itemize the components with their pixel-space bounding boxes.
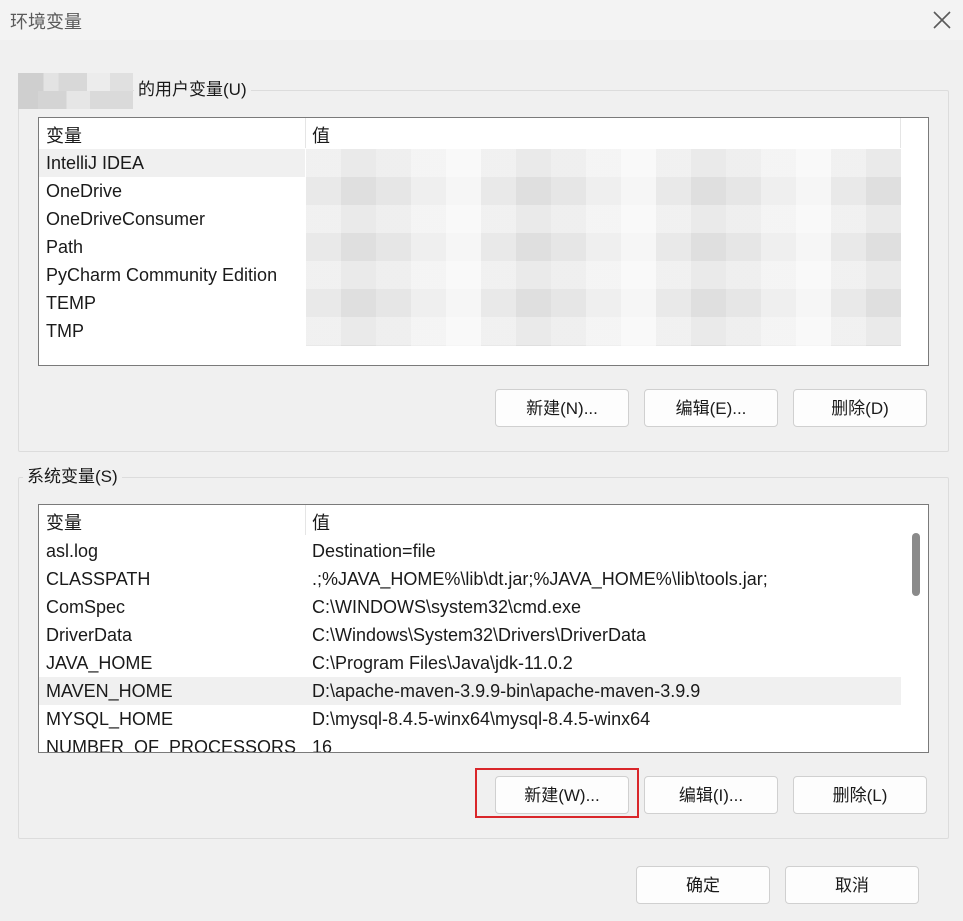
list-header: 变量 值	[39, 505, 928, 535]
header-variable[interactable]: 变量	[46, 509, 82, 535]
redacted-username	[18, 73, 133, 109]
list-item[interactable]: OneDrive	[39, 177, 305, 205]
user-variables-list[interactable]: 变量 值 IntelliJ IDEA OneDrive OneDriveCons…	[38, 117, 929, 366]
user-delete-button[interactable]: 删除(D)	[793, 389, 927, 427]
list-header: 变量 值	[39, 118, 928, 148]
user-variables-label: 的用户变量(U)	[134, 79, 251, 101]
scrollbar-thumb[interactable]	[912, 533, 920, 596]
system-variables-label: 系统变量(S)	[23, 466, 122, 488]
table-row[interactable]: ComSpec C:\WINDOWS\system32\cmd.exe	[39, 593, 901, 621]
header-value[interactable]: 值	[312, 122, 330, 148]
table-row[interactable]: CLASSPATH .;%JAVA_HOME%\lib\dt.jar;%JAVA_…	[39, 565, 901, 593]
list-item[interactable]: IntelliJ IDEA	[39, 149, 305, 177]
table-row[interactable]: JAVA_HOME C:\Program Files\Java\jdk-11.0.…	[39, 649, 901, 677]
header-divider	[900, 118, 901, 148]
table-row[interactable]: DriverData C:\Windows\System32\Drivers\Dr…	[39, 621, 901, 649]
header-variable[interactable]: 变量	[46, 122, 82, 148]
list-item[interactable]: OneDriveConsumer	[39, 205, 305, 233]
list-item[interactable]: TEMP	[39, 289, 305, 317]
system-edit-button[interactable]: 编辑(I)...	[644, 776, 778, 814]
table-row-selected[interactable]: MAVEN_HOME D:\apache-maven-3.9.9-bin\apac…	[39, 677, 901, 705]
table-row[interactable]: NUMBER_OF_PROCESSORS 16	[39, 733, 901, 752]
list-item[interactable]: PyCharm Community Edition	[39, 261, 305, 289]
user-new-button[interactable]: 新建(N)...	[495, 389, 629, 427]
close-icon[interactable]	[930, 8, 954, 32]
title-bar: 环境变量	[0, 0, 963, 40]
header-divider[interactable]	[305, 505, 306, 535]
list-item[interactable]: Path	[39, 233, 305, 261]
table-row[interactable]: MYSQL_HOME D:\mysql-8.4.5-winx64\mysql-8.…	[39, 705, 901, 733]
ok-button[interactable]: 确定	[636, 866, 770, 904]
redacted-values-overlay	[306, 149, 901, 346]
header-value[interactable]: 值	[312, 509, 330, 535]
list-item[interactable]: TMP	[39, 317, 305, 345]
user-edit-button[interactable]: 编辑(E)...	[644, 389, 778, 427]
highlight-box	[475, 768, 639, 818]
header-divider[interactable]	[305, 118, 306, 148]
vertical-scrollbar[interactable]	[902, 505, 928, 752]
system-delete-button[interactable]: 删除(L)	[793, 776, 927, 814]
system-variables-list[interactable]: 变量 值 asl.log Destination=file CLASSPATH.;…	[38, 504, 929, 753]
table-row[interactable]: asl.log Destination=file	[39, 537, 901, 565]
window-title: 环境变量	[10, 12, 82, 32]
cancel-button[interactable]: 取消	[785, 866, 919, 904]
